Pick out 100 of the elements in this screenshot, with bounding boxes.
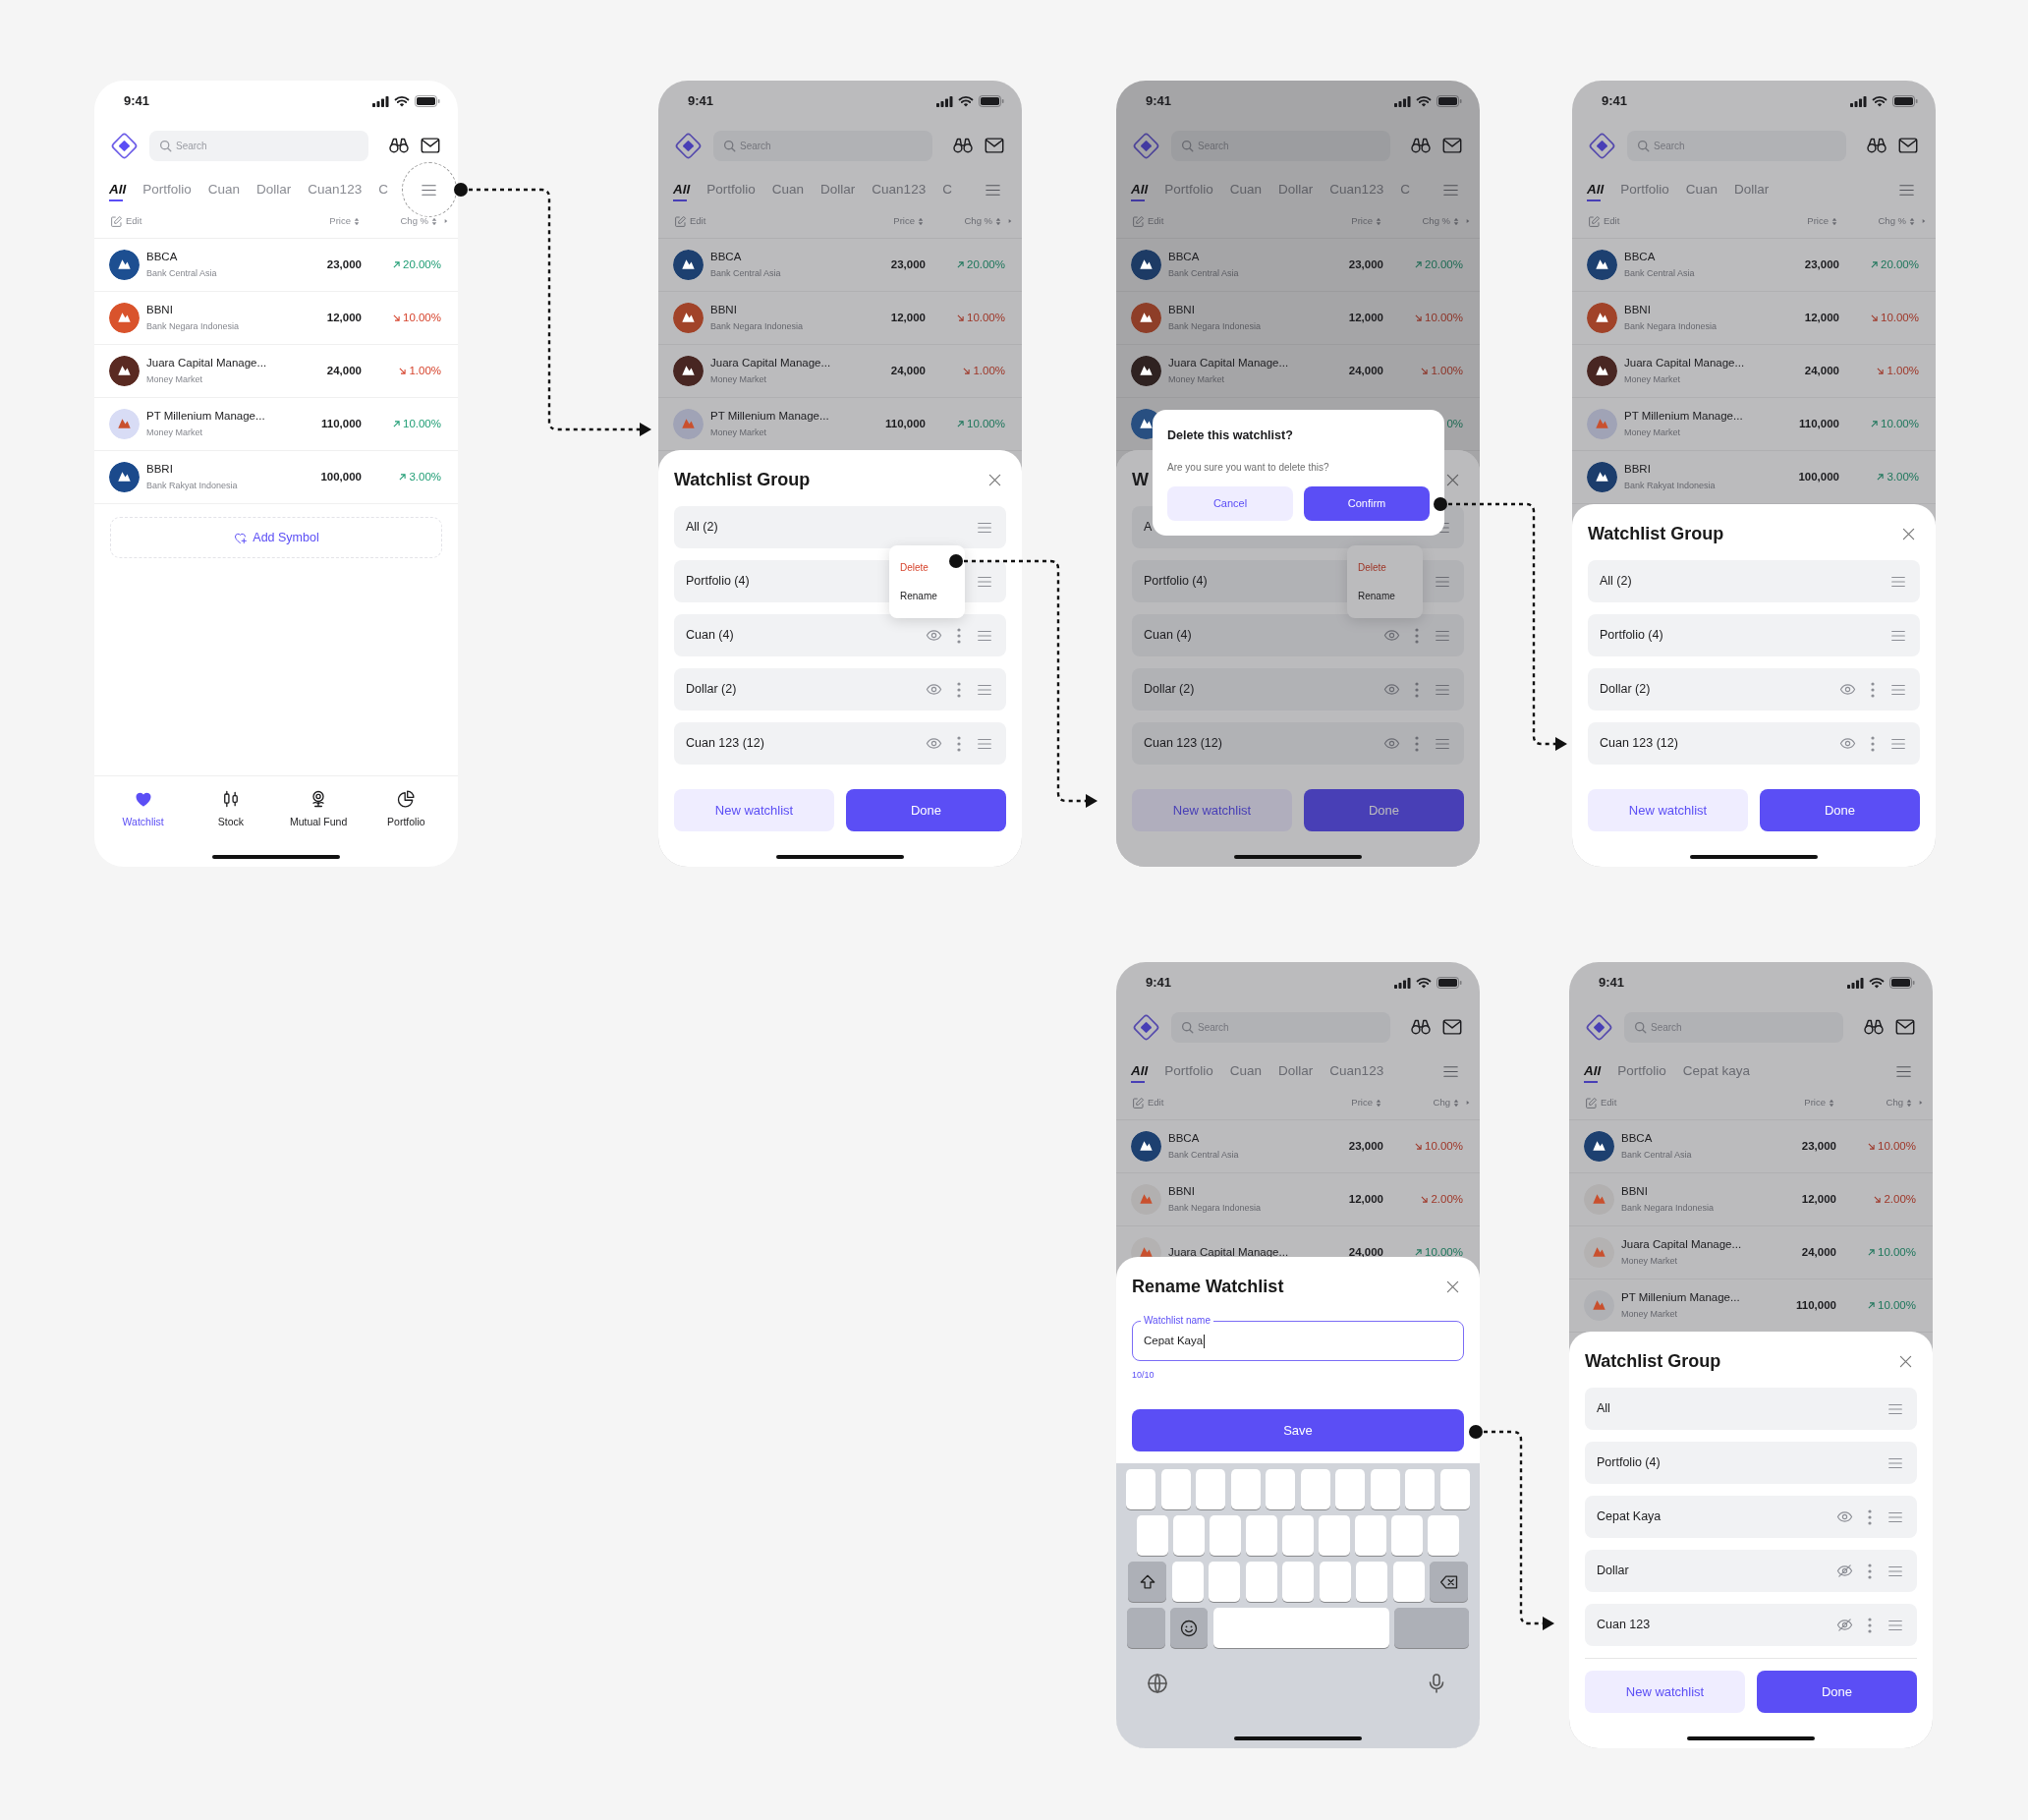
tab[interactable]: Portfolio [142, 177, 192, 202]
search-field[interactable]: Search [1171, 1011, 1390, 1043]
tab[interactable]: Dollar [820, 177, 856, 202]
watchlist-item[interactable]: Dollar [1585, 1550, 1917, 1592]
keyboard-key[interactable] [1171, 1562, 1204, 1602]
keyboard-key[interactable] [1245, 1562, 1277, 1602]
name-input-field[interactable]: Watchlist name Cepat Kaya [1132, 1314, 1464, 1361]
search-field[interactable]: Search [713, 130, 932, 161]
edit-label[interactable]: Edit [1601, 1095, 1617, 1110]
watchlist-item[interactable]: All [1585, 1388, 1917, 1430]
keyboard-key[interactable] [1126, 1608, 1165, 1648]
edit-label[interactable]: Edit [690, 213, 706, 229]
mail-icon[interactable] [1897, 135, 1919, 156]
more-icon[interactable] [1867, 1616, 1873, 1634]
keyboard-key[interactable] [1266, 1469, 1296, 1509]
eye-off-icon[interactable] [1836, 1563, 1853, 1579]
keyboard-key[interactable] [1319, 1562, 1351, 1602]
watchlist-item[interactable]: Cuan 123 (12) [1132, 722, 1464, 765]
tab[interactable]: C [1400, 177, 1410, 202]
tab[interactable]: Cuan [1229, 177, 1263, 202]
column-header[interactable]: Price [329, 213, 351, 229]
emoji-key[interactable] [1170, 1608, 1209, 1648]
tab[interactable]: Cepat kaya [1682, 1058, 1751, 1084]
watchlist-item[interactable]: Portfolio (4) [1588, 614, 1920, 656]
column-header[interactable]: Price [893, 213, 915, 229]
eye-icon[interactable] [1383, 735, 1400, 752]
tab[interactable]: Portfolio [706, 177, 756, 202]
nav-tab[interactable]: Mutual Fund [274, 789, 363, 834]
eye-icon[interactable] [1839, 681, 1856, 698]
keyboard-key[interactable] [1439, 1469, 1470, 1509]
nav-tab[interactable]: Stock [187, 789, 275, 834]
keyboard-key[interactable] [1392, 1562, 1425, 1602]
column-header[interactable]: Chg [1433, 1095, 1450, 1110]
watchlist-item[interactable]: Cepat Kaya [1585, 1496, 1917, 1538]
nav-tab[interactable]: Portfolio [362, 789, 450, 834]
edit-icon[interactable] [110, 214, 123, 228]
tab[interactable]: Portfolio [1617, 1058, 1666, 1084]
tab[interactable]: Cuan123 [1329, 1058, 1384, 1084]
tab[interactable]: C [942, 177, 952, 202]
column-header[interactable]: Chg % [964, 213, 992, 229]
edit-icon[interactable] [1585, 1096, 1598, 1109]
cancel-button[interactable]: Cancel [1167, 485, 1293, 521]
edit-label[interactable]: Edit [1148, 213, 1164, 229]
mail-icon[interactable] [1441, 135, 1463, 156]
column-header[interactable]: Chg % [1878, 213, 1906, 229]
keyboard-key[interactable] [1300, 1469, 1330, 1509]
column-header[interactable]: Price [1807, 213, 1829, 229]
nav-tab[interactable]: Watchlist [99, 789, 188, 834]
tab[interactable]: Dollar [256, 177, 292, 202]
more-icon[interactable] [956, 626, 962, 645]
tab[interactable]: C [378, 177, 388, 202]
tab[interactable]: Cuan123 [308, 177, 363, 202]
keyboard-key[interactable] [1126, 1469, 1156, 1509]
edit-icon[interactable] [1132, 1096, 1145, 1109]
tab[interactable]: Cuan [207, 177, 241, 202]
tab[interactable]: Cuan [1229, 1058, 1263, 1084]
globe-icon[interactable] [1146, 1672, 1169, 1695]
watchlist-item[interactable]: All (2) [1588, 560, 1920, 602]
eye-icon[interactable] [1839, 735, 1856, 752]
edit-label[interactable]: Edit [1604, 213, 1620, 229]
mail-icon[interactable] [420, 135, 441, 156]
watchlist-item[interactable]: Dollar (2) [1132, 668, 1464, 711]
save-button[interactable]: Save [1132, 1409, 1464, 1451]
more-icon[interactable] [1867, 1507, 1873, 1526]
done-button[interactable]: Done [1760, 789, 1920, 831]
new-watchlist-button[interactable]: New watchlist [674, 789, 834, 831]
watchlist-item[interactable]: Portfolio (4) [1585, 1442, 1917, 1484]
column-header[interactable]: Price [1351, 1095, 1373, 1110]
column-header[interactable]: Chg % [1422, 213, 1450, 229]
tab[interactable]: Dollar [1734, 177, 1770, 202]
edit-icon[interactable] [1588, 214, 1601, 228]
more-icon[interactable] [1414, 680, 1420, 699]
keyboard-key[interactable] [1335, 1469, 1366, 1509]
watchlist-item[interactable]: Cuan 123 (12) [1588, 722, 1920, 765]
keyboard-key[interactable] [1370, 1469, 1400, 1509]
search-field[interactable]: Search [1624, 1011, 1843, 1043]
eye-icon[interactable] [1836, 1508, 1853, 1525]
tab[interactable]: Dollar [1278, 177, 1314, 202]
tab[interactable]: Cuan [771, 177, 805, 202]
edit-label[interactable]: Edit [126, 213, 142, 229]
eye-icon[interactable] [1383, 627, 1400, 644]
done-button[interactable]: Done [1304, 789, 1464, 831]
mail-icon[interactable] [1441, 1016, 1463, 1038]
tab[interactable]: Portfolio [1620, 177, 1669, 202]
column-header[interactable]: Price [1804, 1095, 1826, 1110]
eye-icon[interactable] [926, 627, 942, 644]
eye-icon[interactable] [1383, 681, 1400, 698]
more-icon[interactable] [1870, 680, 1876, 699]
tab[interactable]: Cuan123 [1329, 177, 1384, 202]
more-icon[interactable] [1870, 734, 1876, 753]
watchlist-item[interactable]: Cuan (4) [674, 614, 1006, 656]
add-symbol-button[interactable]: Add Symbol [110, 517, 442, 558]
backspace-key[interactable] [1430, 1562, 1468, 1602]
watchlist-item[interactable]: Dollar (2) [1588, 668, 1920, 711]
new-watchlist-button[interactable]: New watchlist [1588, 789, 1748, 831]
watchlist-item[interactable]: Cuan (4) [1132, 614, 1464, 656]
tab[interactable]: Portfolio [1164, 177, 1213, 202]
mail-icon[interactable] [984, 135, 1005, 156]
done-button[interactable]: Done [846, 789, 1006, 831]
mail-icon[interactable] [1894, 1016, 1916, 1038]
